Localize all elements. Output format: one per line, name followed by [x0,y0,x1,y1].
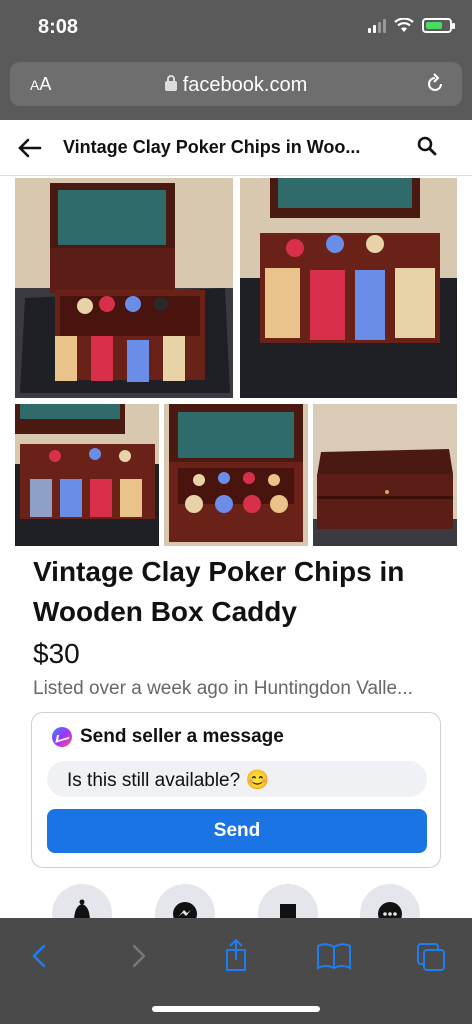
search-icon[interactable] [416,135,438,157]
action-buttons-row [0,884,472,920]
messenger-outline-icon [173,902,197,920]
message-seller-card: Send seller a message Is this still avai… [31,712,441,868]
photo-gallery [0,176,472,548]
page-header: Vintage Clay Poker Chips in Woo... [0,120,472,176]
alert-button[interactable] [52,884,112,920]
listing-photo-5[interactable] [313,404,457,546]
more-icon [378,902,402,920]
home-indicator [152,1006,320,1012]
back-arrow-icon[interactable] [16,134,44,162]
battery-icon [422,18,455,33]
url-text[interactable]: facebook.com [10,74,462,97]
messenger-icon [52,727,72,747]
status-icons [368,18,455,33]
reload-icon[interactable] [424,73,446,95]
listing-title: Vintage Clay Poker Chips in Wooden Box C… [33,556,405,627]
message-heading: Send seller a message [52,726,284,748]
bookmark-icon [280,901,296,920]
page-title: Vintage Clay Poker Chips in Woo... [63,137,361,157]
listing-photo-3[interactable] [15,404,159,546]
browser-url-area: AA facebook.com [0,56,472,120]
lock-icon [164,75,177,91]
bell-icon [74,899,90,920]
message-button[interactable] [155,884,215,920]
address-bar[interactable]: AA facebook.com [10,62,462,106]
browser-toolbar [0,918,472,1024]
more-button[interactable] [360,884,420,920]
send-button[interactable]: Send [47,809,427,853]
bookmarks-icon[interactable] [314,938,354,974]
forward-icon[interactable] [118,938,158,974]
save-button[interactable] [258,884,318,920]
wifi-icon [394,18,414,32]
message-input[interactable]: Is this still available? 😊 [47,761,427,797]
listing-photo-4[interactable] [164,404,308,546]
status-bar: 8:08 [0,0,472,56]
back-icon[interactable] [20,938,60,974]
share-icon[interactable] [216,938,256,974]
listing-photo-1[interactable] [15,178,233,398]
listing-photo-2[interactable] [240,178,457,398]
listing-meta: Listed over a week ago in Huntingdon Val… [33,678,413,699]
status-time: 8:08 [38,16,79,38]
cell-signal-icon [368,18,386,33]
tabs-icon[interactable] [412,938,452,974]
listing-price: $30 [33,638,80,669]
